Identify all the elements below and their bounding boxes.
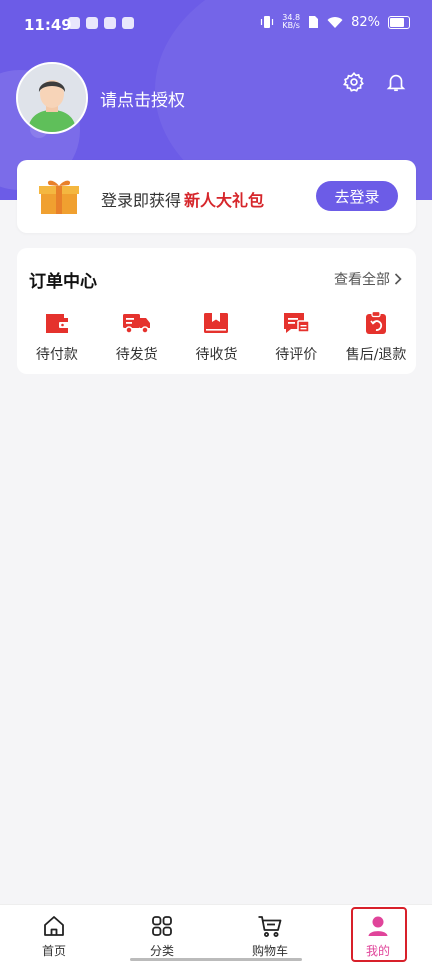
user-profile[interactable]: 请点击授权 [16, 62, 185, 134]
gesture-home-bar[interactable] [130, 958, 302, 961]
tab-category[interactable]: 分类 [108, 905, 216, 965]
delivery-truck-icon [122, 314, 150, 334]
chevron-right-icon [394, 273, 402, 285]
promo-text: 登录即获得 [101, 191, 182, 210]
wallet-icon [45, 314, 69, 333]
status-time: 11:49 [24, 16, 72, 34]
sim-icon [309, 16, 319, 28]
tab-home[interactable]: 首页 [0, 905, 108, 965]
review-icon [284, 313, 311, 333]
gear-icon [343, 72, 364, 92]
category-icon [152, 916, 172, 936]
promo-banner: 登录即获得 新人大礼包 去登录 [17, 160, 416, 233]
order-status-pending-receipt[interactable]: 待收货 [177, 310, 257, 364]
network-speed: 34.8 KB/s [282, 13, 301, 30]
battery-icon [388, 15, 410, 29]
cart-icon [258, 916, 282, 937]
bell-icon [386, 74, 406, 92]
order-center: 订单中心 查看全部 待付款 待发货 待收货 待评价 售后/退款 [17, 248, 416, 374]
package-icon [204, 313, 229, 333]
status-bar: 11:49 34.8 KB/s 82% [0, 0, 432, 44]
selection-highlight [351, 907, 407, 962]
promo-highlight: 新人大礼包 [184, 191, 265, 210]
authorize-prompt[interactable]: 请点击授权 [100, 86, 185, 111]
notifications-button[interactable] [384, 70, 408, 94]
wifi-icon [327, 16, 343, 28]
battery-percent: 82% [351, 14, 380, 30]
login-button[interactable]: 去登录 [316, 181, 398, 211]
refund-icon [366, 310, 387, 334]
notification-icon [122, 17, 134, 29]
notification-icon [68, 17, 80, 29]
order-status-pending-payment[interactable]: 待付款 [17, 310, 97, 364]
home-icon [44, 916, 64, 936]
avatar[interactable] [16, 62, 88, 134]
settings-button[interactable] [342, 70, 366, 94]
avatar-icon [18, 64, 86, 132]
order-status-after-sales-refund[interactable]: 售后/退款 [336, 310, 416, 364]
tab-cart[interactable]: 购物车 [216, 905, 324, 965]
notification-icon [86, 17, 98, 29]
vibrate-icon [261, 16, 274, 28]
notification-icons [68, 17, 134, 29]
view-all-orders-link[interactable]: 查看全部 [334, 269, 402, 289]
order-status-pending-review[interactable]: 待评价 [256, 310, 336, 364]
order-center-title: 订单中心 [29, 272, 97, 292]
order-status-pending-shipment[interactable]: 待发货 [97, 310, 177, 364]
gift-icon [39, 180, 79, 214]
notification-icon [104, 17, 116, 29]
